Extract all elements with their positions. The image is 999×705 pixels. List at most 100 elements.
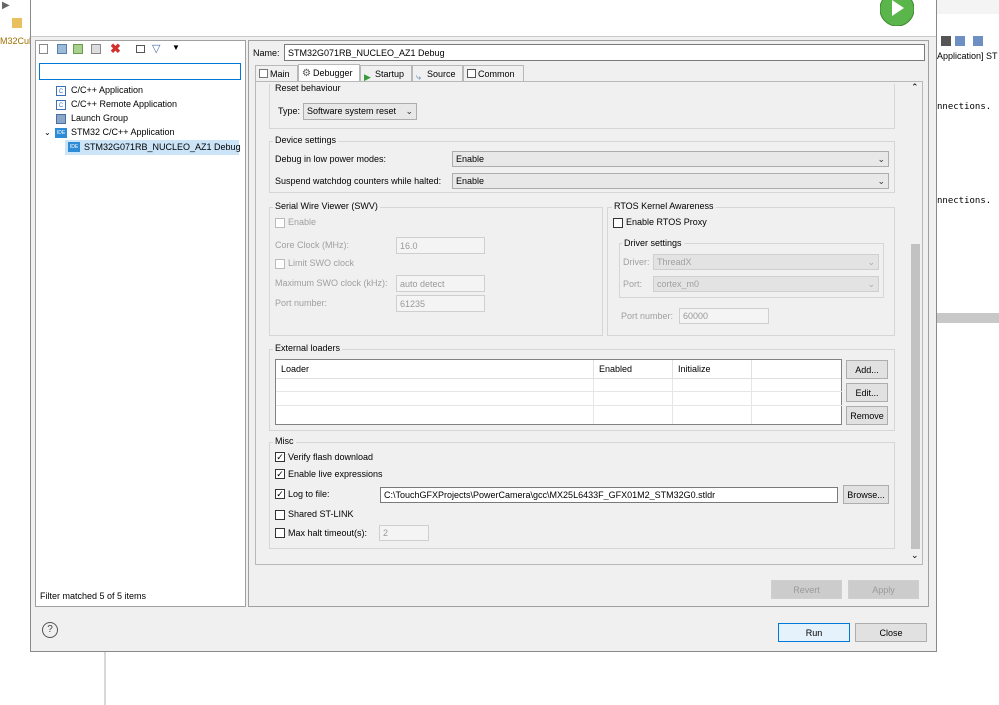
loaders-table[interactable]: Loader Enabled Initialize [275,359,842,425]
vertical-scrollbar[interactable]: ⌃ ⌄ [909,82,922,564]
rtos-proxy-checkbox[interactable] [613,218,623,228]
swv-group [269,207,603,336]
edit-loader-button[interactable]: Edit... [846,383,888,402]
workbench-left-pane: ▶ M32Cub [0,0,34,705]
tab-debugger[interactable]: ⚙ Debugger [298,64,360,81]
collapse-all-icon[interactable] [136,45,145,53]
tab-common[interactable]: Common [463,65,524,81]
tab-source[interactable]: ⤷ Source [412,65,463,82]
chevron-down-icon[interactable]: ⌄ [911,550,919,561]
watchdog-select[interactable]: Enable ⌄ [452,173,889,189]
apply-button[interactable]: Apply [848,580,919,599]
swv-enable-label: Enable [288,217,317,227]
tree-item-c-app[interactable]: C/C++ Application [71,84,143,97]
table-row[interactable] [276,393,842,406]
new-config-icon[interactable] [39,44,48,54]
column-header[interactable] [752,360,841,379]
console-line: nnections. [937,102,992,112]
column-header[interactable]: Initialize [673,360,752,379]
scrollbar-thumb[interactable] [911,244,920,549]
chevron-up-icon[interactable]: ⌃ [911,82,919,93]
max-swo-label: Maximum SWO clock (kHz): [275,278,388,288]
name-label: Name: [253,48,280,58]
shared-stlink-checkbox[interactable] [275,510,285,520]
export-icon[interactable] [73,44,83,54]
rtos-portnum-input[interactable] [679,308,769,324]
device-settings-title: Device settings [273,135,339,145]
table-row[interactable] [276,408,842,421]
max-halt-input[interactable] [379,525,429,541]
max-halt-checkbox[interactable] [275,528,285,538]
reset-type-select[interactable]: Software system reset ⌄ [303,103,417,120]
config-name-input[interactable] [284,44,925,61]
limit-swo-checkbox[interactable] [275,259,285,269]
remove-loader-button[interactable]: Remove [846,406,888,425]
log-to-file-checkbox[interactable]: ✓ [275,489,285,499]
live-expressions-checkbox[interactable]: ✓ [275,469,285,479]
rtos-port-select[interactable]: cortex_m0 ⌄ [653,276,879,292]
table-row[interactable] [276,379,842,392]
run-button[interactable]: Run [778,623,850,642]
console-toolbar-icon[interactable] [955,36,965,46]
chevron-down-icon[interactable]: ⌄ [44,128,51,137]
rtos-portnum-label: Port number: [621,311,674,321]
delete-icon[interactable]: ✖ [110,41,121,57]
play-icon: ▶ [364,72,371,82]
max-swo-input[interactable] [396,275,485,292]
column-header[interactable]: Loader [276,360,594,379]
swv-enable-checkbox[interactable] [275,218,285,228]
tab-main[interactable]: Main [255,65,298,81]
verify-flash-checkbox[interactable]: ✓ [275,452,285,462]
loaders-title: External loaders [273,343,343,353]
filter-icon[interactable]: ▽ [152,42,160,55]
driver-select[interactable]: ThreadX ⌄ [653,254,879,270]
limit-swo-label: Limit SWO clock [288,258,355,268]
max-halt-label: Max halt timeout(s): [288,528,368,538]
console-toolbar-icon[interactable] [941,36,951,46]
core-clock-input[interactable] [396,237,485,254]
revert-button[interactable]: Revert [771,580,842,599]
tree-item-c-remote-app[interactable]: C/C++ Remote Application [71,98,177,111]
launch-group-icon [56,114,66,124]
c-app-icon: C [56,86,66,96]
close-button[interactable]: Close [855,623,927,642]
source-icon: ⤷ [416,72,422,82]
console-toolbar-icon[interactable] [973,36,983,46]
watchdog-label: Suspend watchdog counters while halted: [275,176,442,186]
common-tab-icon [467,69,476,78]
log-to-file-label: Log to file: [288,489,330,499]
filter-input[interactable] [39,63,241,80]
tree-item-launch-group[interactable]: Launch Group [71,112,128,125]
browse-button[interactable]: Browse... [843,485,889,504]
help-icon[interactable]: ? [42,622,58,638]
lowpower-select[interactable]: Enable ⌄ [452,151,889,167]
swv-port-label: Port number: [275,298,328,308]
run-icon [879,0,915,27]
console-scrollbar[interactable] [937,313,999,323]
driver-label: Driver: [623,257,650,267]
gear-icon: ⚙ [302,68,311,79]
tree-item-stm32-app[interactable]: STM32 C/C++ Application [71,126,175,139]
dialog-header [31,0,936,37]
add-loader-button[interactable]: Add... [846,360,888,379]
log-file-input[interactable] [380,487,838,503]
tree-toolbar: ✖ ▽ ▼ [39,41,239,57]
reset-title: Reset behaviour [275,83,341,93]
main-tab-icon [259,69,268,78]
duplicate-icon[interactable] [91,44,101,54]
tree-item-debug-config[interactable]: STM32G071RB_NUCLEO_AZ1 Debug [84,141,241,154]
column-header[interactable]: Enabled [594,360,673,379]
swv-port-input[interactable] [396,295,485,312]
c-remote-app-icon: C [56,100,66,110]
tab-startup[interactable]: ▶ Startup [360,65,412,82]
swv-title: Serial Wire Viewer (SWV) [273,201,380,211]
core-clock-label: Core Clock (MHz): [275,240,350,250]
toolbar-icon[interactable]: ▶ [2,0,10,11]
chevron-down-icon[interactable]: ▼ [172,43,180,52]
workbench-icon[interactable] [12,18,22,28]
driver-settings-title: Driver settings [622,238,684,248]
rtos-port-label: Port: [623,279,643,289]
new-prototype-icon[interactable] [57,44,67,54]
rtos-proxy-label: Enable RTOS Proxy [626,217,707,227]
lowpower-label: Debug in low power modes: [275,154,387,164]
